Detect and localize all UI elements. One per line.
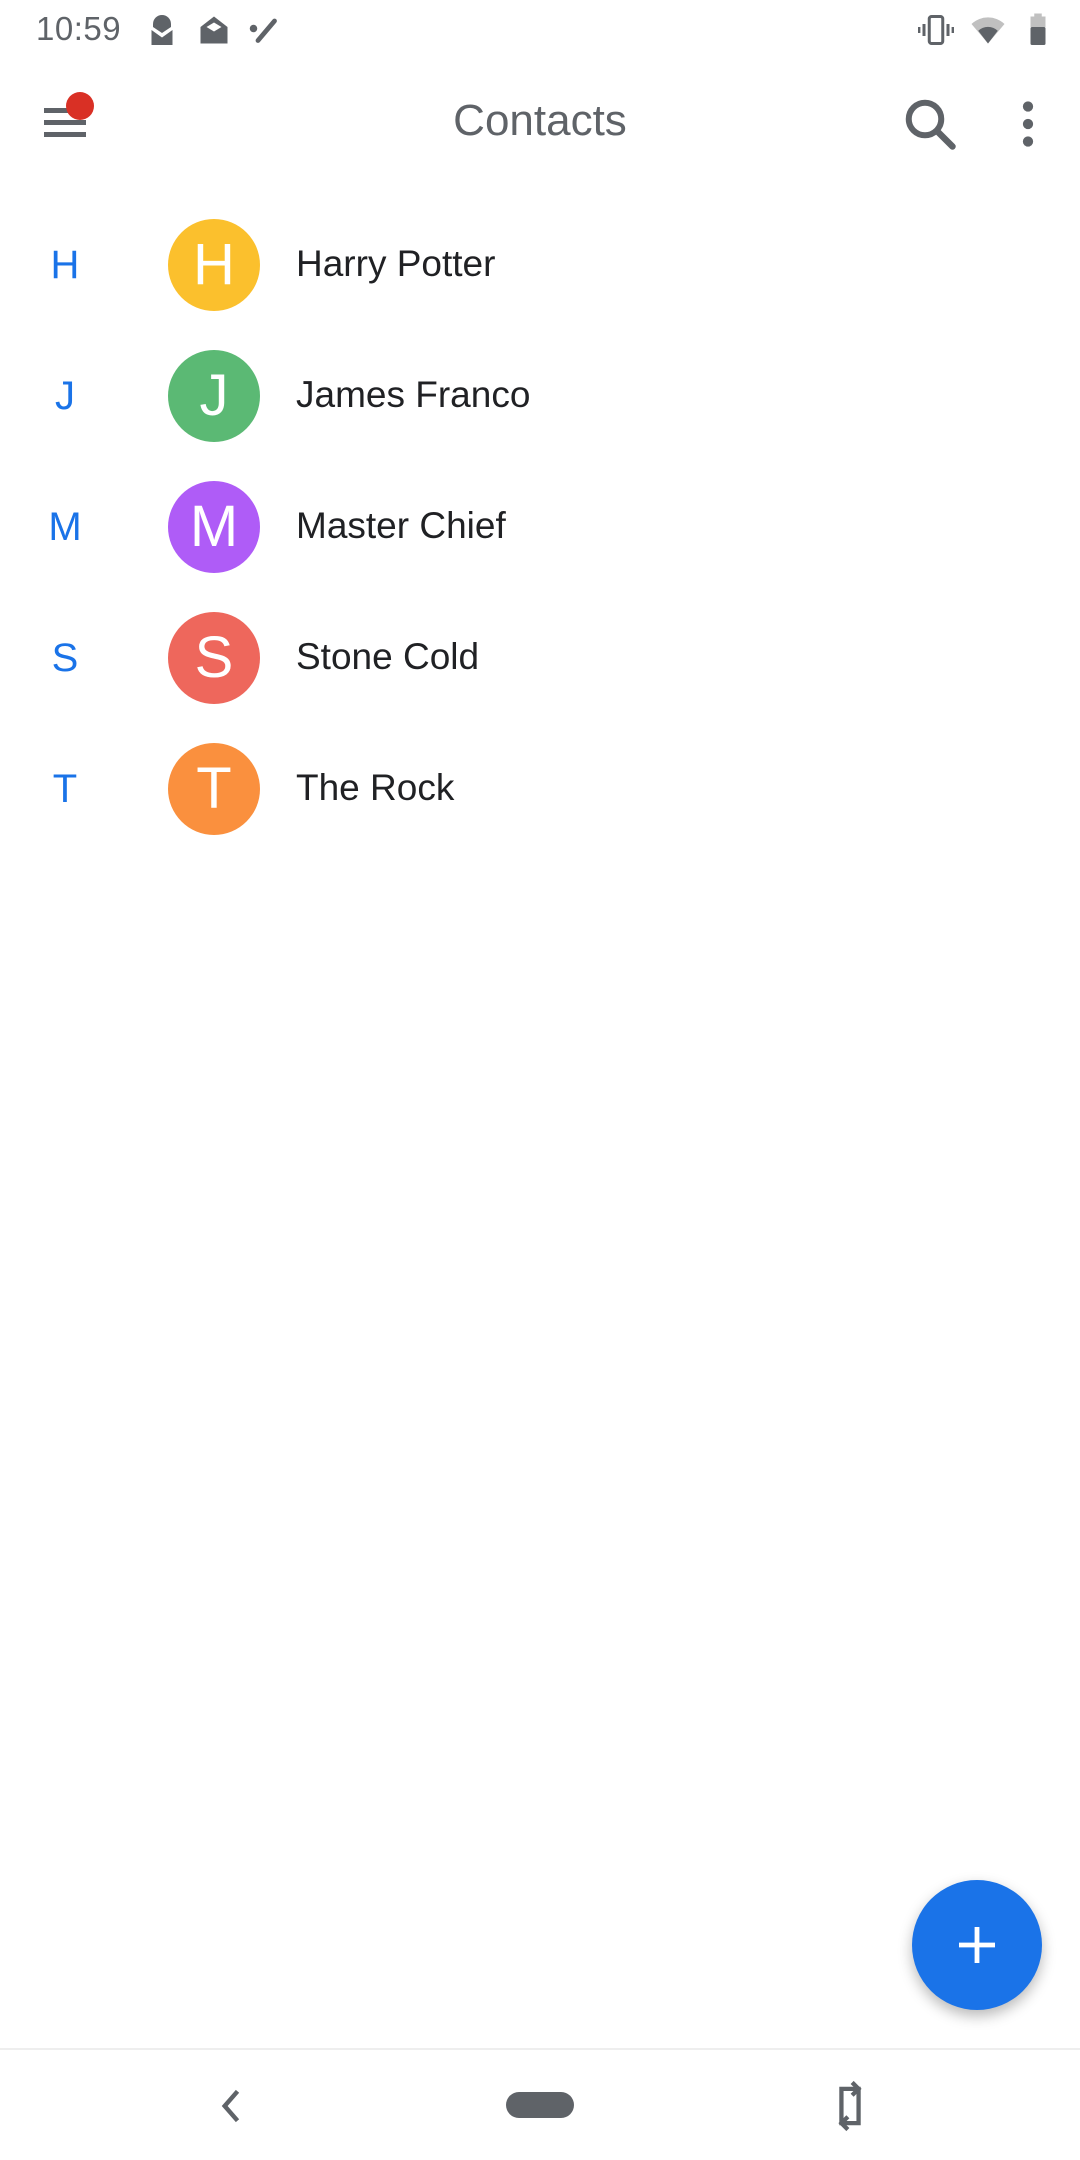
contact-avatar: S — [168, 612, 260, 704]
status-bar: 10:59 — [0, 0, 1080, 60]
contact-row[interactable]: T T The Rock — [0, 723, 1080, 854]
status-time: 10:59 — [36, 10, 122, 47]
rotate-screen-icon — [838, 2080, 862, 2132]
contact-name: Harry Potter — [296, 243, 496, 284]
contact-row[interactable]: J J James Franco — [0, 330, 1080, 461]
rotate-screen-button[interactable] — [828, 2076, 872, 2136]
back-icon — [221, 2089, 240, 2123]
search-button[interactable] — [900, 94, 960, 154]
section-header-letter: H — [50, 243, 80, 287]
back-button[interactable] — [210, 2080, 254, 2132]
search-icon — [905, 99, 956, 150]
wifi-icon — [970, 12, 1006, 48]
wand-icon — [246, 12, 282, 48]
section-header-letter: T — [52, 767, 78, 811]
battery-icon — [1020, 12, 1056, 48]
contact-name: James Franco — [296, 374, 531, 415]
contact-list: H H Harry Potter J J James Franco M M Ma… — [0, 199, 1080, 854]
toolbar: Contacts — [0, 60, 1080, 184]
contact-avatar: M — [168, 481, 260, 573]
more-options-button[interactable] — [1000, 94, 1056, 154]
mail-open-icon — [196, 12, 232, 48]
contact-row[interactable]: S S Stone Cold — [0, 592, 1080, 723]
home-pill-icon[interactable] — [506, 2092, 574, 2118]
more-vert-icon — [1022, 101, 1034, 147]
section-header-letter: J — [55, 374, 75, 418]
contact-avatar: T — [168, 743, 260, 835]
contact-avatar: H — [168, 219, 260, 311]
add-contact-button[interactable] — [912, 1880, 1042, 2010]
section-header-letter: S — [51, 636, 79, 680]
add-icon — [959, 1927, 995, 1963]
contact-name: The Rock — [296, 767, 455, 808]
section-header-letter: M — [48, 505, 82, 549]
contact-row[interactable]: H H Harry Potter — [0, 199, 1080, 330]
contact-avatar: J — [168, 350, 260, 442]
protonmail-icon — [144, 12, 180, 48]
system-nav-bar — [0, 2048, 1080, 2160]
contact-name: Stone Cold — [296, 636, 480, 677]
contact-row[interactable]: M M Master Chief — [0, 461, 1080, 592]
contact-name: Master Chief — [296, 505, 506, 546]
vibrate-icon — [918, 12, 954, 48]
